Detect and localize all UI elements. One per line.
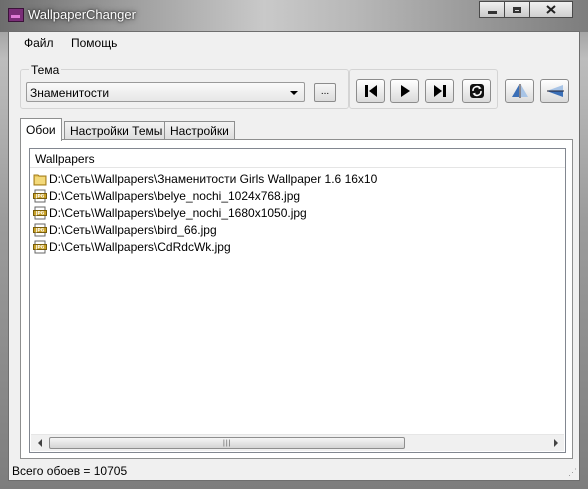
play-icon (400, 85, 410, 97)
scroll-left-icon (37, 439, 42, 447)
horizontal-scrollbar[interactable]: ||| (31, 434, 564, 451)
list-item-path: D:\Сеть\Wallpapers\belye_nochi_1680x1050… (49, 205, 307, 220)
browse-theme-button[interactable]: ... (314, 83, 336, 102)
maximize-button[interactable] (504, 1, 530, 18)
flip-horizontal-icon (511, 84, 528, 98)
list-item[interactable]: JPG D:\Сеть\Wallpapers\bird_66.jpg (33, 221, 565, 238)
caption-buttons (479, 1, 573, 20)
resize-grip-icon[interactable]: ⋰ (568, 467, 577, 478)
scroll-thumb[interactable]: ||| (49, 437, 405, 449)
refresh-icon (469, 84, 484, 98)
menu-help[interactable]: Помощь (71, 36, 117, 50)
jpg-file-icon: JPG (33, 189, 47, 203)
menu-file[interactable]: Файл (24, 36, 54, 50)
menu-bar: Файл Помощь (9, 32, 579, 54)
client-area: Файл Помощь Тема Знаменитости ... Обои Н… (8, 31, 580, 481)
list-item[interactable]: JPG D:\Сеть\Wallpapers\CdRdcWk.jpg (33, 238, 565, 255)
wallpapers-tab-panel: Wallpapers D:\Сеть\Wallpapers\Знаменитос… (20, 139, 573, 459)
app-icon[interactable] (8, 8, 24, 22)
folder-icon (33, 172, 47, 186)
status-total-wallpapers: Всего обоев = 10705 (12, 464, 128, 478)
previous-button[interactable] (356, 79, 385, 103)
svg-text:JPG: JPG (35, 227, 45, 233)
flip-vertical-button[interactable] (540, 79, 569, 103)
scroll-left-button[interactable] (31, 435, 48, 451)
svg-text:JPG: JPG (35, 210, 45, 216)
next-icon (433, 85, 446, 97)
list-item-path: D:\Сеть\Wallpapers\bird_66.jpg (49, 222, 217, 237)
flip-vertical-icon (546, 85, 564, 97)
list-item[interactable]: JPG D:\Сеть\Wallpapers\belye_nochi_1680x… (33, 204, 565, 221)
jpg-file-icon: JPG (33, 240, 47, 254)
refresh-button[interactable] (462, 79, 491, 103)
list-item-path: D:\Сеть\Wallpapers\belye_nochi_1024x768.… (49, 188, 301, 203)
wallpapers-list[interactable]: Wallpapers D:\Сеть\Wallpapers\Знаменитос… (29, 148, 566, 453)
play-button[interactable] (390, 79, 419, 103)
window-title: WallpaperChanger (28, 7, 136, 22)
svg-text:JPG: JPG (35, 193, 45, 199)
tab-settings[interactable]: Настройки (164, 121, 235, 140)
tab-theme-settings[interactable]: Настройки Темы (64, 121, 169, 140)
list-column-header[interactable]: Wallpapers (30, 149, 565, 168)
list-item-path: D:\Сеть\Wallpapers\CdRdcWk.jpg (49, 239, 231, 254)
scroll-right-button[interactable] (547, 435, 564, 451)
maximize-icon (513, 6, 521, 13)
list-header-label: Wallpapers (35, 152, 95, 166)
list-item[interactable]: JPG D:\Сеть\Wallpapers\belye_nochi_1024x… (33, 187, 565, 204)
theme-legend: Тема (29, 63, 62, 77)
theme-dropdown[interactable]: Знаменитости (26, 82, 305, 102)
grip-icon: ||| (223, 440, 232, 447)
close-button[interactable] (529, 1, 573, 18)
svg-text:JPG: JPG (35, 244, 45, 250)
flip-horizontal-button[interactable] (505, 79, 534, 103)
next-button[interactable] (425, 79, 454, 103)
list-item[interactable]: D:\Сеть\Wallpapers\Знаменитости Girls Wa… (33, 170, 565, 187)
jpg-file-icon: JPG (33, 206, 47, 220)
close-icon (546, 5, 556, 14)
tab-wallpapers[interactable]: Обои (20, 118, 62, 141)
previous-icon (364, 85, 377, 97)
minimize-icon (487, 10, 497, 14)
theme-selected-value: Знаменитости (30, 86, 110, 100)
list-item-path: D:\Сеть\Wallpapers\Знаменитости Girls Wa… (49, 171, 378, 186)
jpg-file-icon: JPG (33, 223, 47, 237)
minimize-button[interactable] (479, 1, 505, 18)
chevron-down-icon (290, 91, 298, 95)
scroll-right-icon (553, 439, 558, 447)
window-frame: WallpaperChanger Файл Помощь Тема Знамен… (0, 0, 588, 489)
